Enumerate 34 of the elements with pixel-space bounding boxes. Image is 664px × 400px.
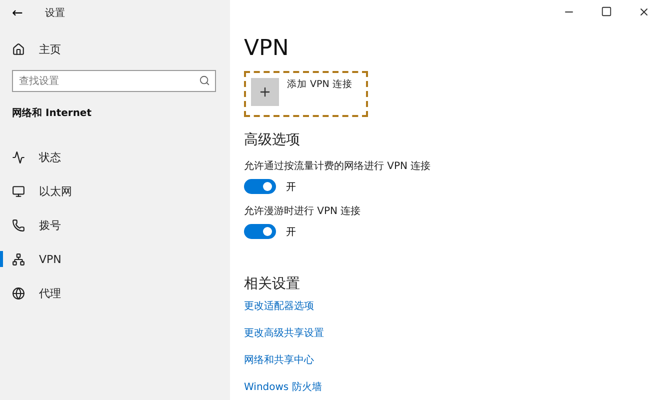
close-icon[interactable]	[638, 6, 650, 18]
toggle-state: 开	[286, 180, 296, 194]
option-label: 允许漫游时进行 VPN 连接	[244, 204, 362, 218]
toggle-switch[interactable]	[244, 224, 276, 239]
page-title: VPN	[244, 36, 290, 61]
nav-item[interactable]: 拨号	[0, 208, 230, 242]
nav-icon	[12, 252, 25, 266]
option-label: 允许通过按流量计费的网络进行 VPN 连接	[244, 160, 432, 173]
toggle-switch[interactable]	[244, 179, 276, 194]
nav-item[interactable]: 代理	[0, 276, 230, 310]
window-title: 设置	[44, 6, 65, 20]
section-title: 网络和 Internet	[11, 106, 92, 121]
maximize-icon[interactable]	[601, 6, 612, 17]
search-field[interactable]: 查找设置	[12, 70, 216, 92]
add-vpn-button[interactable]: 添加 VPN 连接	[244, 71, 368, 117]
section-heading: 高级选项	[244, 131, 301, 149]
back-button[interactable]: ←	[12, 6, 23, 20]
search-icon	[199, 75, 210, 86]
nav-icon	[12, 150, 25, 164]
section-heading: 相关设置	[244, 275, 301, 293]
settings-link[interactable]: 网络和共享中心	[244, 353, 314, 367]
nav-icon	[12, 218, 25, 232]
nav-item[interactable]: 以太网	[0, 174, 230, 208]
settings-link[interactable]: Windows 防火墙	[244, 380, 322, 394]
home-link[interactable]: 主页	[0, 32, 230, 66]
plus-icon	[251, 78, 279, 106]
toggle-state: 开	[286, 226, 296, 238]
settings-link[interactable]: 更改高级共享设置	[244, 326, 324, 340]
home-icon	[12, 42, 25, 56]
settings-link[interactable]: 更改适配器选项	[244, 299, 314, 313]
nav-icon	[12, 184, 25, 198]
nav-item[interactable]: VPN	[0, 242, 230, 276]
nav-icon	[12, 286, 25, 300]
nav-item[interactable]: 状态	[0, 140, 230, 174]
